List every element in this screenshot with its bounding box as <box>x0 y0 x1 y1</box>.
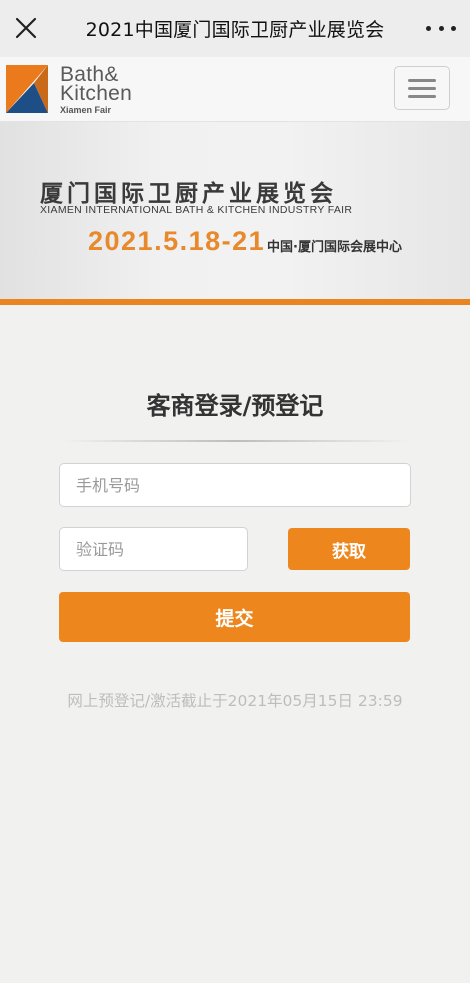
close-icon[interactable] <box>12 14 40 42</box>
banner-title-cn: 厦门国际卫厨产业展览会 <box>40 181 337 207</box>
menu-button[interactable] <box>394 66 450 110</box>
logo-text-line3: Xiamen Fair <box>60 105 112 115</box>
title-divider <box>60 440 410 442</box>
banner-date: 2021.5.18-21 <box>88 226 266 256</box>
phone-input[interactable] <box>59 463 411 507</box>
accent-divider <box>0 299 470 305</box>
form-title: 客商登录/预登记 <box>146 392 324 420</box>
banner-venue: 中国·厦门国际会展中心 <box>267 240 402 255</box>
event-banner: 厦门国际卫厨产业展览会 XIAMEN INTERNATIONAL BATH & … <box>0 122 470 299</box>
top-navigation-bar: 2021中国厦门国际卫厨产业展览会 <box>0 0 470 57</box>
more-dots-icon[interactable] <box>426 18 456 38</box>
bath-kitchen-logo[interactable]: Bath& Kitchen Xiamen Fair <box>6 63 146 117</box>
logo-mark-icon <box>6 65 48 113</box>
logo-text-line2: Kitchen <box>60 82 133 105</box>
site-header: Bath& Kitchen Xiamen Fair <box>0 57 470 122</box>
get-code-button[interactable]: 获取 <box>288 528 410 570</box>
hamburger-icon <box>408 79 436 82</box>
verification-code-input[interactable] <box>59 527 248 571</box>
submit-button[interactable]: 提交 <box>59 592 410 642</box>
banner-title-en: XIAMEN INTERNATIONAL BATH & KITCHEN INDU… <box>40 204 353 216</box>
registration-deadline: 网上预登记/激活截止于2021年05月15日 23:59 <box>67 692 403 710</box>
page-title: 2021中国厦门国际卫厨产业展览会 <box>85 19 385 41</box>
